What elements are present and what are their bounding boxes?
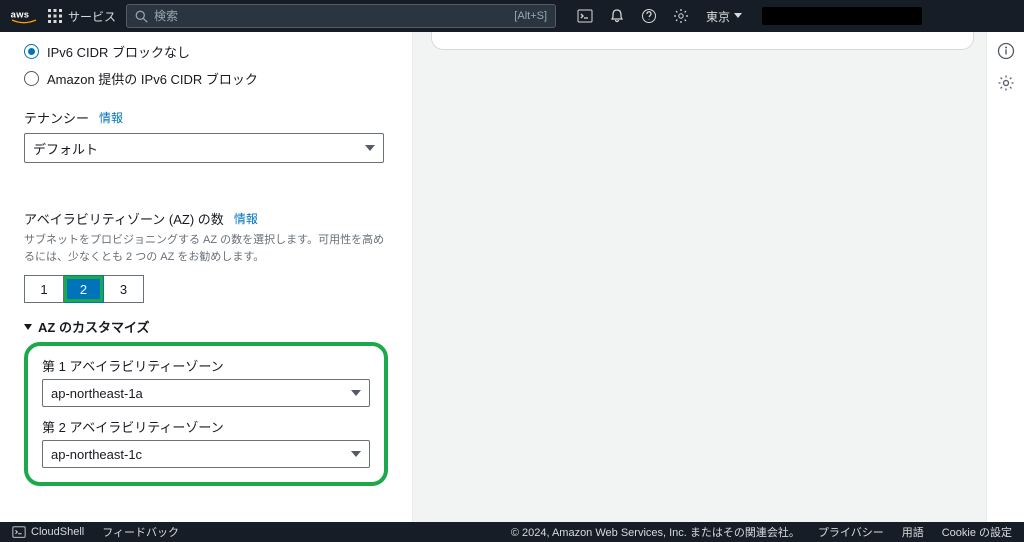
search-shortcut-hint: [Alt+S] <box>514 10 547 22</box>
main-content: IPv6 CIDR ブロックなし Amazon 提供の IPv6 CIDR ブロ… <box>0 32 1024 522</box>
tenancy-value: デフォルト <box>33 139 98 158</box>
search-icon <box>135 10 148 23</box>
chevron-down-icon <box>351 390 361 396</box>
services-menu-button[interactable]: サービス <box>48 8 116 25</box>
tenancy-select[interactable]: デフォルト <box>24 133 384 163</box>
az-customize-panel: 第 1 アベイラビリティーゾーン ap-northeast-1a 第 2 アベイ… <box>24 342 388 486</box>
tenancy-label: テナンシー <box>24 108 89 127</box>
terminal-icon <box>12 525 26 539</box>
az-count-label-row: アベイラビリティゾーン (AZ) の数 情報 <box>24 209 388 228</box>
grid-icon <box>48 9 62 23</box>
region-label: 東京 <box>706 8 730 25</box>
region-selector[interactable]: 東京 <box>706 8 742 25</box>
services-label: サービス <box>68 8 116 25</box>
global-search[interactable]: [Alt+S] <box>126 4 556 28</box>
az-customize-label: AZ のカスタマイズ <box>38 317 150 336</box>
cloudshell-button[interactable]: CloudShell <box>12 525 84 539</box>
cookie-link[interactable]: Cookie の設定 <box>942 524 1012 540</box>
aws-logo[interactable]: aws <box>10 8 38 24</box>
az1-value: ap-northeast-1a <box>51 386 143 401</box>
ipv6-none-label: IPv6 CIDR ブロックなし <box>47 42 190 61</box>
az-customize-toggle[interactable]: AZ のカスタマイズ <box>24 317 388 336</box>
cloudshell-label: CloudShell <box>31 526 84 538</box>
chevron-down-icon <box>365 145 375 151</box>
tenancy-info-link[interactable]: 情報 <box>99 109 123 126</box>
tenancy-label-row: テナンシー 情報 <box>24 108 388 127</box>
az-option-1[interactable]: 1 <box>24 275 64 303</box>
info-panel-icon[interactable] <box>997 42 1015 60</box>
nav-icons-group <box>576 7 690 25</box>
top-nav: aws サービス [Alt+S] 東京 <box>0 0 1024 32</box>
az-option-2[interactable]: 2 <box>64 275 104 303</box>
right-tools <box>986 32 1024 522</box>
chevron-down-icon <box>734 13 742 19</box>
radio-unselected-icon <box>24 71 39 86</box>
az2-value: ap-northeast-1c <box>51 447 142 462</box>
az-info-link[interactable]: 情報 <box>234 210 258 227</box>
ipv6-none-radio[interactable]: IPv6 CIDR ブロックなし <box>24 38 388 65</box>
settings-icon[interactable] <box>672 7 690 25</box>
search-input[interactable] <box>154 9 508 23</box>
az2-label: 第 2 アベイラビリティーゾーン <box>42 417 370 436</box>
notifications-icon[interactable] <box>608 7 626 25</box>
az-count-label: アベイラビリティゾーン (AZ) の数 <box>24 209 224 228</box>
az2-select[interactable]: ap-northeast-1c <box>42 440 370 468</box>
svg-text:aws: aws <box>11 9 30 19</box>
ipv6-amazon-radio[interactable]: Amazon 提供の IPv6 CIDR ブロック <box>24 65 388 92</box>
account-menu[interactable] <box>762 7 922 25</box>
az-help-text: サブネットをプロビジョニングする AZ の数を選択します。可用性を高めるには、少… <box>24 232 388 265</box>
az1-label: 第 1 アベイラビリティーゾーン <box>42 356 370 375</box>
terms-link[interactable]: 用語 <box>902 524 924 540</box>
preview-card <box>431 32 974 50</box>
chevron-down-icon <box>351 451 361 457</box>
az1-select[interactable]: ap-northeast-1a <box>42 379 370 407</box>
feedback-link[interactable]: フィードバック <box>102 524 179 540</box>
ipv6-amazon-label: Amazon 提供の IPv6 CIDR ブロック <box>47 69 258 88</box>
gear-icon[interactable] <box>997 74 1015 92</box>
preview-panel <box>413 32 1024 522</box>
triangle-down-icon <box>24 324 32 330</box>
privacy-link[interactable]: プライバシー <box>818 524 884 540</box>
copyright-text: © 2024, Amazon Web Services, Inc. またはその関… <box>511 524 800 540</box>
cloudshell-icon[interactable] <box>576 7 594 25</box>
footer-bar: CloudShell フィードバック © 2024, Amazon Web Se… <box>0 522 1024 542</box>
az-count-segmented: 1 2 3 <box>24 275 388 303</box>
help-icon[interactable] <box>640 7 658 25</box>
az-option-3[interactable]: 3 <box>104 275 144 303</box>
config-panel: IPv6 CIDR ブロックなし Amazon 提供の IPv6 CIDR ブロ… <box>0 32 413 522</box>
radio-selected-icon <box>24 44 39 59</box>
